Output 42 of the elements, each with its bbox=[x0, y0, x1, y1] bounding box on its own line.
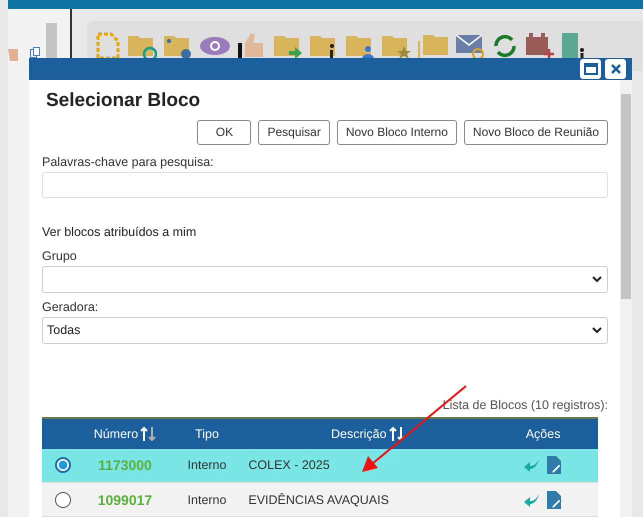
table-cell: COLEX - 2025 bbox=[248, 458, 330, 472]
edit-document-icon[interactable] bbox=[546, 455, 562, 476]
chevron-down-icon bbox=[592, 326, 602, 334]
action-button[interactable]: OK bbox=[197, 120, 252, 144]
table-cell: Interno bbox=[188, 458, 226, 472]
document-icon[interactable] bbox=[95, 31, 121, 61]
block-number: 1173000 bbox=[98, 457, 152, 474]
table-cell: EVIDÊNCIAS AVAQUAIS bbox=[248, 492, 389, 506]
sort-icon[interactable] bbox=[388, 426, 405, 442]
calendar-plus-icon[interactable] bbox=[525, 31, 555, 61]
column-header[interactable]: Descrição bbox=[330, 426, 387, 440]
column-header[interactable]: Número bbox=[94, 426, 138, 440]
field-label: Geradora: bbox=[42, 300, 100, 314]
close-button[interactable] bbox=[605, 58, 626, 79]
sort-icon[interactable] bbox=[140, 426, 156, 442]
table-cell: Interno bbox=[188, 492, 226, 506]
block-number: 1099017 bbox=[98, 492, 152, 508]
action-button[interactable]: Novo Bloco Interno bbox=[336, 120, 457, 144]
return-arrow-icon[interactable] bbox=[524, 492, 540, 506]
column-header: Ações bbox=[526, 426, 560, 440]
column-header: Tipo bbox=[195, 426, 219, 440]
generator-select[interactable]: Todas bbox=[42, 316, 608, 344]
maximize-button[interactable] bbox=[580, 58, 601, 79]
maximize-icon bbox=[584, 62, 598, 75]
table-row[interactable]: 1173000 Interno COLEX - 2025 bbox=[42, 448, 598, 482]
table-row[interactable]: 1099017 Interno EVIDÊNCIAS AVAQUAIS bbox=[42, 482, 598, 516]
action-button[interactable]: Pesquisar bbox=[258, 120, 330, 144]
keywords-input[interactable] bbox=[42, 172, 608, 198]
edit-document-icon[interactable] bbox=[546, 490, 562, 510]
copy-icon[interactable] bbox=[30, 47, 40, 58]
table-caption: Lista de Blocos (10 registros): bbox=[442, 398, 608, 412]
scrollbar[interactable] bbox=[620, 80, 632, 517]
chevron-down-icon bbox=[592, 276, 602, 282]
close-icon bbox=[610, 62, 622, 75]
dialog-title: Selecionar Bloco bbox=[46, 90, 202, 112]
field-label: Grupo bbox=[42, 248, 78, 262]
scrollbar[interactable] bbox=[46, 23, 57, 58]
assigned-blocks-link[interactable]: Ver blocos atribuídos a mim bbox=[42, 224, 196, 238]
action-button[interactable]: Novo Bloco de Reunião bbox=[464, 120, 608, 144]
radio-button[interactable] bbox=[54, 492, 71, 508]
field-label: Palavras-chave para pesquisa: bbox=[42, 154, 215, 168]
radio-button[interactable] bbox=[54, 457, 71, 474]
